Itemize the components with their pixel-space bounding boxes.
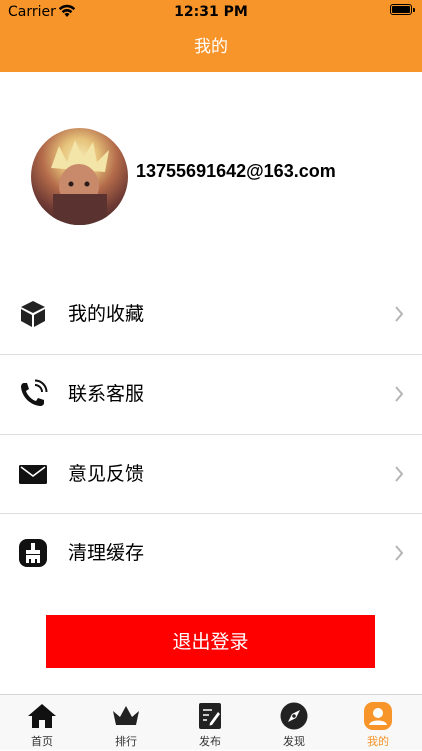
- home-icon: [28, 704, 56, 728]
- tab-label: 排行: [115, 735, 137, 748]
- broom-icon: [19, 539, 47, 567]
- user-icon: [364, 702, 392, 730]
- tab-label: 我的: [367, 735, 389, 748]
- compass-icon: [280, 702, 308, 730]
- phone-icon: [21, 379, 48, 406]
- menu-item-support[interactable]: 联系客服: [0, 354, 422, 434]
- profile-section: 13755691642@163.com: [0, 72, 422, 262]
- battery-icon: [390, 4, 415, 15]
- avatar[interactable]: [31, 128, 128, 225]
- crown-icon: [113, 706, 139, 725]
- tab-discover[interactable]: 发现: [252, 695, 336, 751]
- chevron-right-icon: [395, 466, 404, 482]
- tab-label: 发布: [199, 735, 221, 748]
- menu-item-label: 清理缓存: [68, 542, 145, 564]
- chevron-right-icon: [395, 545, 404, 561]
- tab-ranking[interactable]: 排行: [84, 695, 168, 751]
- menu-item-label: 我的收藏: [68, 303, 145, 325]
- edit-icon: [199, 703, 221, 729]
- menu-item-label: 意见反馈: [68, 463, 145, 485]
- tab-label: 首页: [31, 735, 53, 748]
- menu-item-label: 联系客服: [68, 383, 145, 405]
- box-icon: [21, 301, 45, 327]
- tab-bar: 首页 排行 发布 发现 我的: [0, 694, 422, 750]
- menu-item-favorites[interactable]: 我的收藏: [0, 274, 422, 354]
- header: Carrier 12:31 PM 我的: [0, 0, 422, 72]
- tab-mine[interactable]: 我的: [336, 695, 420, 751]
- menu-item-feedback[interactable]: 意见反馈: [0, 434, 422, 514]
- status-time: 12:31 PM: [174, 4, 248, 20]
- user-email: 13755691642@163.com: [136, 161, 336, 181]
- tab-publish[interactable]: 发布: [168, 695, 252, 751]
- page-title: 我的: [194, 37, 228, 57]
- chevron-right-icon: [395, 306, 404, 322]
- logout-button[interactable]: 退出登录: [46, 615, 375, 668]
- chevron-right-icon: [395, 386, 404, 402]
- tab-label: 发现: [283, 735, 305, 748]
- mail-icon: [19, 465, 47, 484]
- menu-item-clear-cache[interactable]: 清理缓存: [0, 513, 422, 593]
- tab-home[interactable]: 首页: [0, 695, 84, 751]
